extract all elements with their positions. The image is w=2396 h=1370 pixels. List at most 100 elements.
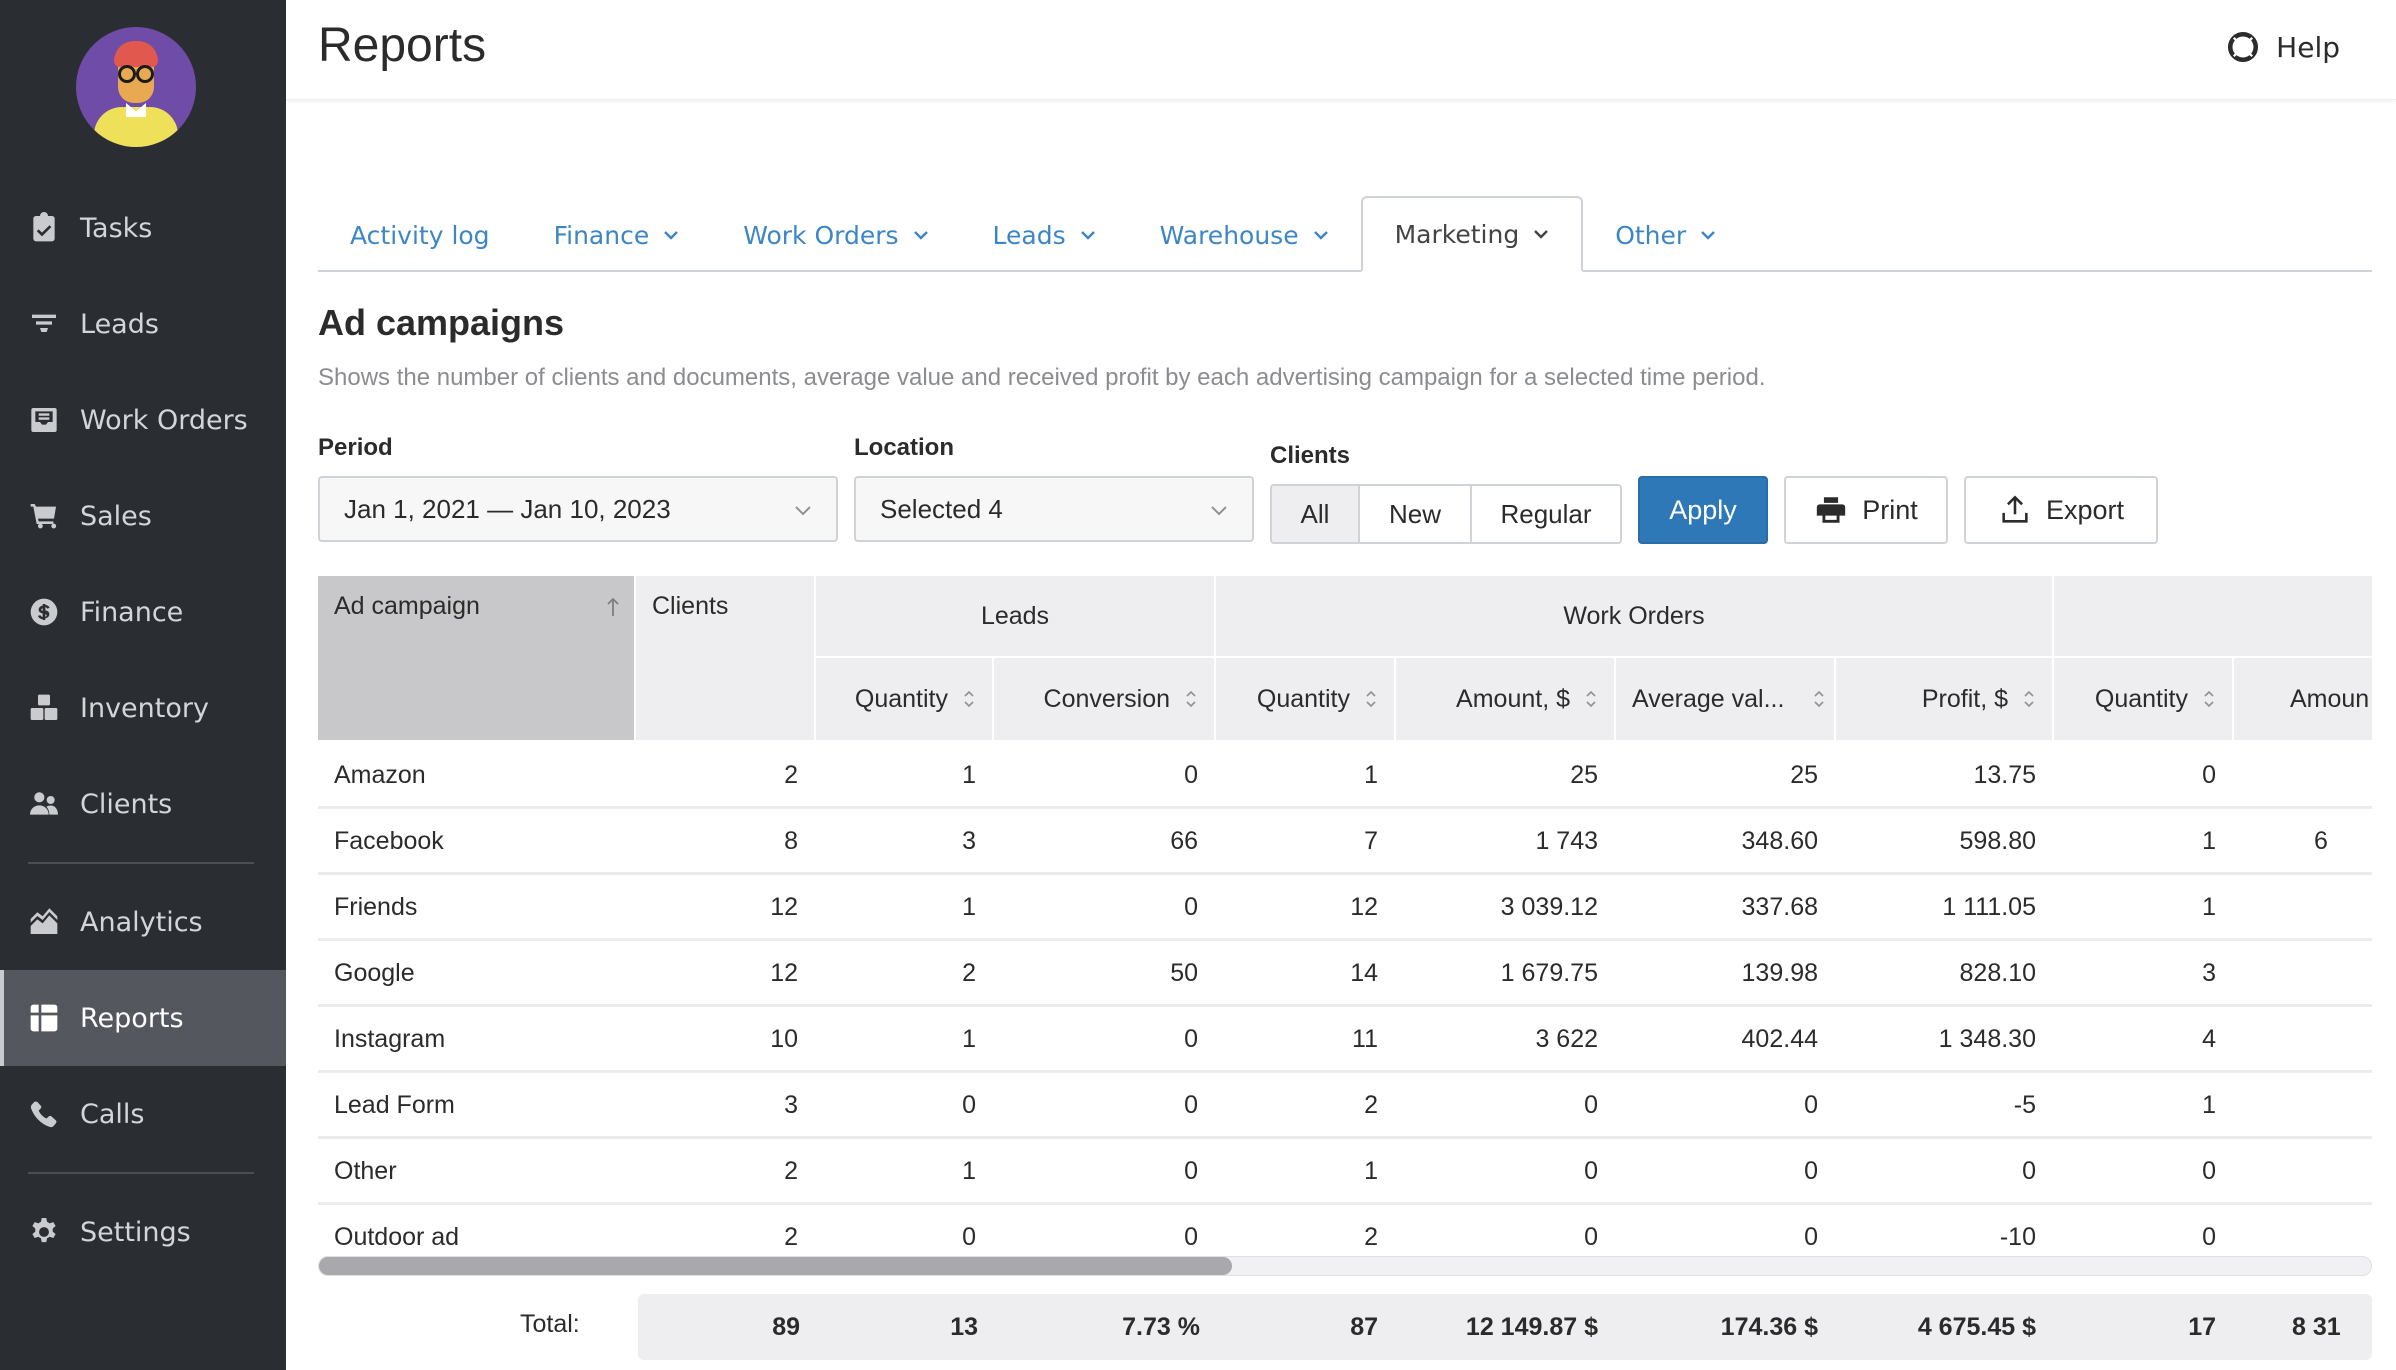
cell-next-quantity: 3 [2202, 958, 2216, 987]
tab-work-orders[interactable]: Work Orders [711, 198, 960, 272]
cell-clients: 2 [784, 1222, 798, 1251]
period-select[interactable]: Jan 1, 2021 — Jan 10, 2023 [318, 476, 838, 542]
column-header-next-quantity[interactable]: Quantity [2054, 658, 2232, 740]
clients-option-new[interactable]: New [1360, 486, 1472, 542]
table-row[interactable]: Friends 12 1 0 12 3 039.12 337.68 1 111.05 1 [318, 874, 2372, 941]
column-header-next-amount[interactable]: Amoun [2234, 658, 2372, 740]
table-row[interactable]: Instagram 10 1 0 11 3 622 402.44 1 348.30 4 [318, 1006, 2372, 1073]
sidebar-item-finance[interactable]: Finance [0, 564, 286, 660]
tab-marketing[interactable]: Marketing [1360, 196, 1584, 272]
table-horizontal-scrollbar[interactable] [318, 1256, 2372, 1276]
column-header-leads-conversion[interactable]: Conversion [994, 658, 1214, 740]
print-button[interactable]: Print [1784, 476, 1948, 544]
sidebar-item-settings[interactable]: Settings [0, 1184, 286, 1280]
cell-next-amount [2314, 742, 2372, 808]
export-button[interactable]: Export [1964, 476, 2158, 544]
table-row[interactable]: Amazon 2 1 0 1 25 25 13.75 0 [318, 742, 2372, 809]
tab-activity-log[interactable]: Activity log [318, 198, 522, 272]
header-label: Quantity [2094, 684, 2188, 713]
table-row[interactable]: Google 12 2 50 14 1 679.75 139.98 828.10 3 [318, 940, 2372, 1007]
sidebar-item-label: Tasks [80, 212, 153, 244]
cell-leads-quantity: 0 [962, 1090, 976, 1119]
sidebar-divider [28, 1172, 254, 1174]
totals-row: 89 13 7.73 % 87 12 149.87 $ 174.36 $ 4 6… [638, 1294, 2372, 1360]
sidebar-item-calls[interactable]: Calls [0, 1066, 286, 1162]
users-icon [28, 788, 60, 820]
table-row[interactable]: Outdoor ad 2 0 0 2 0 0 -10 0 [318, 1204, 2372, 1256]
tab-finance[interactable]: Finance [522, 198, 712, 272]
total-wo-profit: 4 675.45 $ [1917, 1312, 2036, 1341]
column-header-clients[interactable]: Clients [636, 576, 814, 740]
header-label: Profit, $ [1921, 684, 2008, 713]
cell-wo-quantity: 7 [1364, 826, 1378, 855]
location-select[interactable]: Selected 4 [854, 476, 1254, 542]
cell-next-quantity: 4 [2202, 1024, 2216, 1053]
avatar[interactable] [76, 27, 196, 147]
table-row[interactable]: Other 2 1 0 1 0 0 0 0 [318, 1138, 2372, 1205]
sidebar-item-label: Leads [80, 308, 159, 340]
location-label: Location [854, 434, 954, 461]
column-header-wo-average-value[interactable]: Average val... [1616, 658, 1834, 740]
tab-other[interactable]: Other [1583, 198, 1748, 272]
column-header-wo-amount[interactable]: Amount, $ [1396, 658, 1614, 740]
cell-leads-conversion: 0 [1184, 1222, 1198, 1251]
total-next-quantity: 17 [2188, 1312, 2216, 1341]
sort-icon [1586, 690, 1596, 708]
cell-next-amount [2314, 940, 2372, 1006]
column-header-wo-quantity[interactable]: Quantity [1216, 658, 1394, 740]
cell-campaign: Amazon [334, 760, 426, 789]
chevron-down-icon [1313, 231, 1328, 240]
sidebar-item-inventory[interactable]: Inventory [0, 660, 286, 756]
cell-leads-quantity: 2 [962, 958, 976, 987]
sidebar: Tasks Leads Work Orders Sales Finance In… [0, 0, 286, 1370]
sidebar-item-analytics[interactable]: Analytics [0, 874, 286, 970]
sidebar-item-label: Sales [80, 500, 152, 532]
sidebar-item-leads[interactable]: Leads [0, 276, 286, 372]
cell-leads-conversion: 0 [1184, 1090, 1198, 1119]
lifebuoy-icon [2228, 31, 2259, 63]
cell-leads-quantity: 3 [962, 826, 976, 855]
column-group-leads: Leads [816, 576, 1214, 656]
help-button[interactable]: Help [2226, 30, 2340, 64]
sort-icon [2024, 690, 2034, 708]
phone-icon [28, 1098, 60, 1130]
cell-wo-average: 402.44 [1741, 1024, 1818, 1053]
cell-wo-amount: 1 679.75 [1500, 958, 1598, 987]
cell-wo-amount: 3 039.12 [1500, 892, 1598, 921]
table-row[interactable]: Lead Form 3 0 0 2 0 0 -5 1 [318, 1072, 2372, 1139]
tab-leads[interactable]: Leads [961, 198, 1128, 272]
cell-wo-average: 0 [1804, 1222, 1818, 1251]
cell-campaign: Outdoor ad [334, 1222, 460, 1251]
column-header-ad-campaign[interactable]: Ad campaign [318, 576, 634, 740]
apply-button[interactable]: Apply [1638, 476, 1768, 544]
export-label: Export [2045, 494, 2125, 525]
sidebar-item-label: Reports [80, 1002, 184, 1034]
cell-wo-average: 25 [1790, 760, 1818, 789]
clients-filter-segmented: All New Regular [1270, 484, 1622, 544]
tab-label: Warehouse [1159, 220, 1299, 250]
clients-option-all[interactable]: All [1272, 486, 1360, 542]
column-header-leads-quantity[interactable]: Quantity [816, 658, 992, 740]
location-value: Selected 4 [880, 493, 1003, 524]
sidebar-item-tasks[interactable]: Tasks [0, 180, 286, 276]
sidebar-item-work-orders[interactable]: Work Orders [0, 372, 286, 468]
column-header-wo-profit[interactable]: Profit, $ [1836, 658, 2052, 740]
sidebar-item-clients[interactable]: Clients [0, 756, 286, 852]
header-label: Amount, $ [1456, 684, 1570, 713]
sidebar-item-reports[interactable]: Reports [0, 970, 286, 1066]
column-group-work-orders: Work Orders [1216, 576, 2052, 656]
cell-clients: 2 [784, 760, 798, 789]
cell-leads-conversion: 0 [1184, 1024, 1198, 1053]
scrollbar-thumb[interactable] [319, 1257, 1233, 1275]
header-label: Quantity [1256, 684, 1350, 713]
upload-icon [2002, 495, 2028, 523]
cell-leads-conversion: 66 [1170, 826, 1198, 855]
clients-option-regular[interactable]: Regular [1472, 486, 1620, 542]
cell-wo-average: 0 [1804, 1156, 1818, 1185]
table-row[interactable]: Facebook 8 3 66 7 1 743 348.60 598.80 1 6 [318, 808, 2372, 875]
sidebar-item-sales[interactable]: Sales [0, 468, 286, 564]
cell-wo-amount: 0 [1584, 1222, 1598, 1251]
sort-icon [1814, 690, 1824, 708]
cell-clients: 2 [784, 1156, 798, 1185]
tab-warehouse[interactable]: Warehouse [1128, 198, 1361, 272]
